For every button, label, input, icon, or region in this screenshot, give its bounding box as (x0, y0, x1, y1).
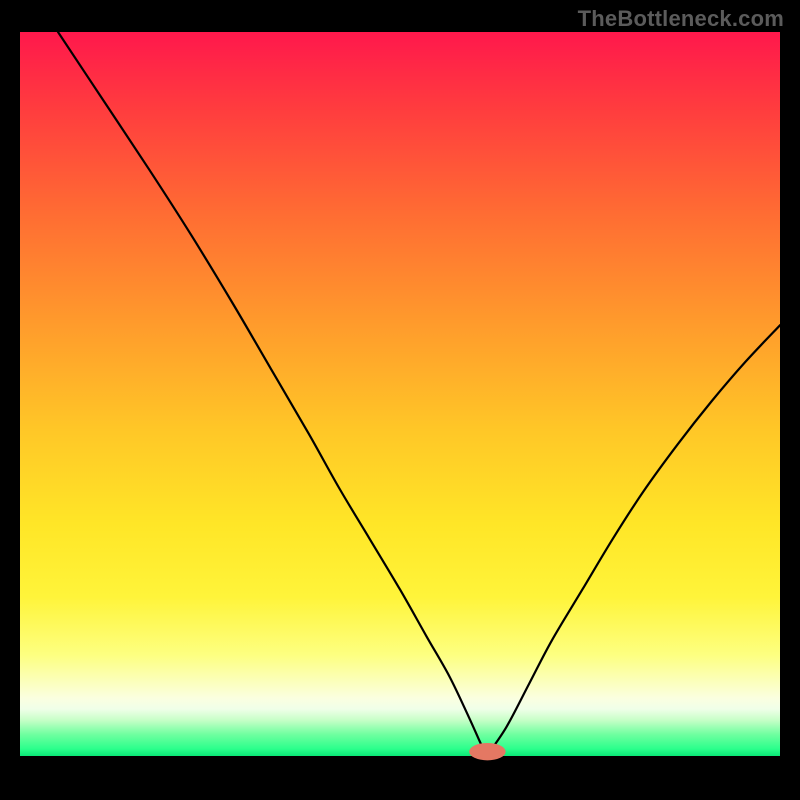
plot-area (20, 32, 780, 792)
chart-svg (20, 32, 780, 792)
optimal-point-marker (469, 743, 505, 760)
chart-frame (20, 32, 780, 792)
watermark-text: TheBottleneck.com (578, 6, 784, 32)
bottleneck-curve-right (487, 325, 780, 756)
bottleneck-curve-left (58, 32, 487, 756)
